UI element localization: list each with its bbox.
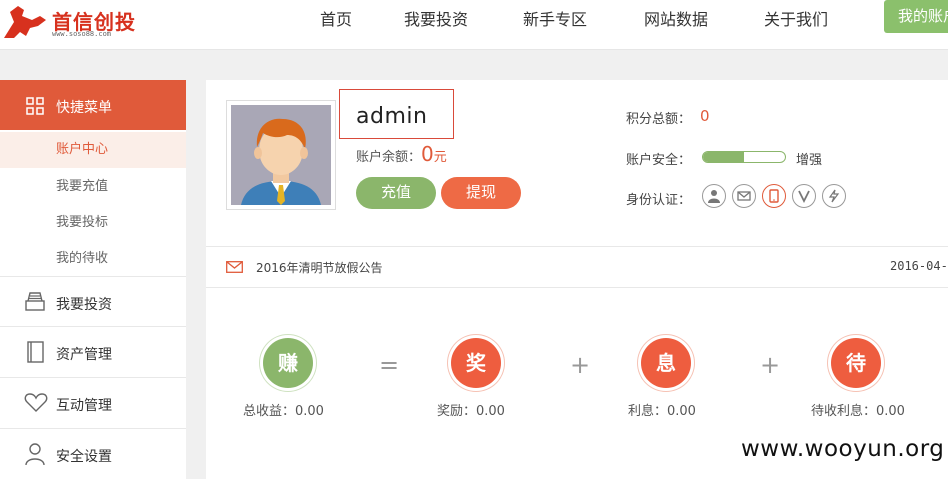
- avatar-illustration-icon: [231, 105, 331, 205]
- sidebar: 快捷菜单 账户中心 我要充值 我要投标 我的待收 我要投资 资产管理 互动管理 …: [0, 80, 186, 479]
- inbox-icon: [25, 292, 45, 311]
- identity-vip-icon[interactable]: [792, 184, 816, 208]
- earn-reward-badge: 奖: [451, 338, 501, 388]
- sidebar-group-assets[interactable]: 资产管理: [0, 326, 186, 377]
- identity-lightning-icon[interactable]: [822, 184, 846, 208]
- earn-total-label: 总收益：0.00: [243, 404, 324, 419]
- identity-label: 身份认证：: [626, 193, 692, 208]
- divider: [206, 287, 948, 288]
- nav-home[interactable]: 首页: [320, 6, 352, 30]
- sidebar-group-interaction-label: 互动管理: [56, 398, 112, 414]
- identity-mail-icon[interactable]: [732, 184, 756, 208]
- sidebar-group-invest-label: 我要投资: [56, 297, 112, 313]
- identity-user-icon[interactable]: [702, 184, 726, 208]
- grid-icon: [26, 97, 44, 115]
- balance-row: 账户余额：0元: [356, 142, 447, 166]
- earn-interest-label: 利息：0.00: [628, 404, 696, 419]
- security-label: 账户安全：: [626, 153, 692, 168]
- sidebar-group-interaction[interactable]: 互动管理: [0, 377, 186, 428]
- identity-phone-icon[interactable]: [762, 184, 786, 208]
- quick-menu-header[interactable]: 快捷菜单: [0, 80, 186, 130]
- nav-about[interactable]: 关于我们: [764, 6, 828, 30]
- earn-pending-badge: 待: [831, 338, 881, 388]
- sidebar-group-assets-label: 资产管理: [56, 347, 112, 363]
- balance-label: 账户余额：: [356, 150, 422, 165]
- notice-link[interactable]: 2016年清明节放假公告: [256, 259, 383, 276]
- sidebar-group-security-label: 安全设置: [56, 449, 112, 465]
- envelope-icon: [226, 261, 243, 273]
- notice-date: 2016-04-0: [890, 259, 948, 273]
- security-level-bar: [702, 151, 786, 163]
- security-level-text: 增强: [796, 153, 823, 168]
- sidebar-item-receivable[interactable]: 我的待收: [0, 241, 186, 277]
- nav-invest[interactable]: 我要投资: [404, 6, 468, 30]
- plus-sign: +: [760, 351, 781, 379]
- book-icon: [27, 341, 44, 363]
- recharge-button[interactable]: 充值: [356, 177, 436, 209]
- earn-reward-label: 奖励：0.00: [437, 404, 505, 419]
- divider: [206, 246, 948, 247]
- nav-newbie[interactable]: 新手专区: [523, 6, 587, 30]
- balance-value: 0: [421, 142, 434, 166]
- earn-pending-label: 待收利息：0.00: [811, 404, 905, 419]
- watermark: www.wooyun.org: [741, 436, 945, 462]
- plus-sign: +: [570, 351, 591, 379]
- heart-icon: [24, 393, 48, 412]
- balance-unit: 元: [433, 150, 447, 165]
- earn-total-badge: 赚: [263, 338, 313, 388]
- my-account-button[interactable]: 我的账户: [884, 0, 948, 33]
- site-logo[interactable]: 首信创投 www.soso88.com: [0, 0, 150, 42]
- sidebar-group-security[interactable]: 安全设置: [0, 428, 186, 479]
- account-center-panel: admin 账户余额：0元 充值 提现 积分总额： 0 账户安全： 增强 身份认…: [206, 80, 948, 479]
- nav-site-data[interactable]: 网站数据: [644, 6, 708, 30]
- sidebar-item-recharge[interactable]: 我要充值: [0, 169, 186, 205]
- user-icon: [25, 443, 45, 466]
- earn-interest-badge: 息: [641, 338, 691, 388]
- top-header: 首信创投 www.soso88.com 首页 我要投资 新手专区 网站数据 关于…: [0, 0, 948, 50]
- logo-url: www.soso88.com: [52, 30, 112, 38]
- quick-menu-label: 快捷菜单: [56, 100, 112, 116]
- security-level-fill: [703, 152, 744, 162]
- kangaroo-logo-icon: [4, 6, 46, 38]
- avatar[interactable]: [226, 100, 336, 210]
- sidebar-item-account-center[interactable]: 账户中心: [0, 132, 186, 168]
- sidebar-item-bid[interactable]: 我要投标: [0, 205, 186, 241]
- withdraw-button[interactable]: 提现: [441, 177, 521, 209]
- username: admin: [356, 104, 428, 129]
- points-value: 0: [700, 107, 710, 125]
- points-label: 积分总额：: [626, 112, 692, 127]
- sidebar-group-invest[interactable]: 我要投资: [0, 276, 186, 327]
- equals-sign: =: [379, 351, 400, 379]
